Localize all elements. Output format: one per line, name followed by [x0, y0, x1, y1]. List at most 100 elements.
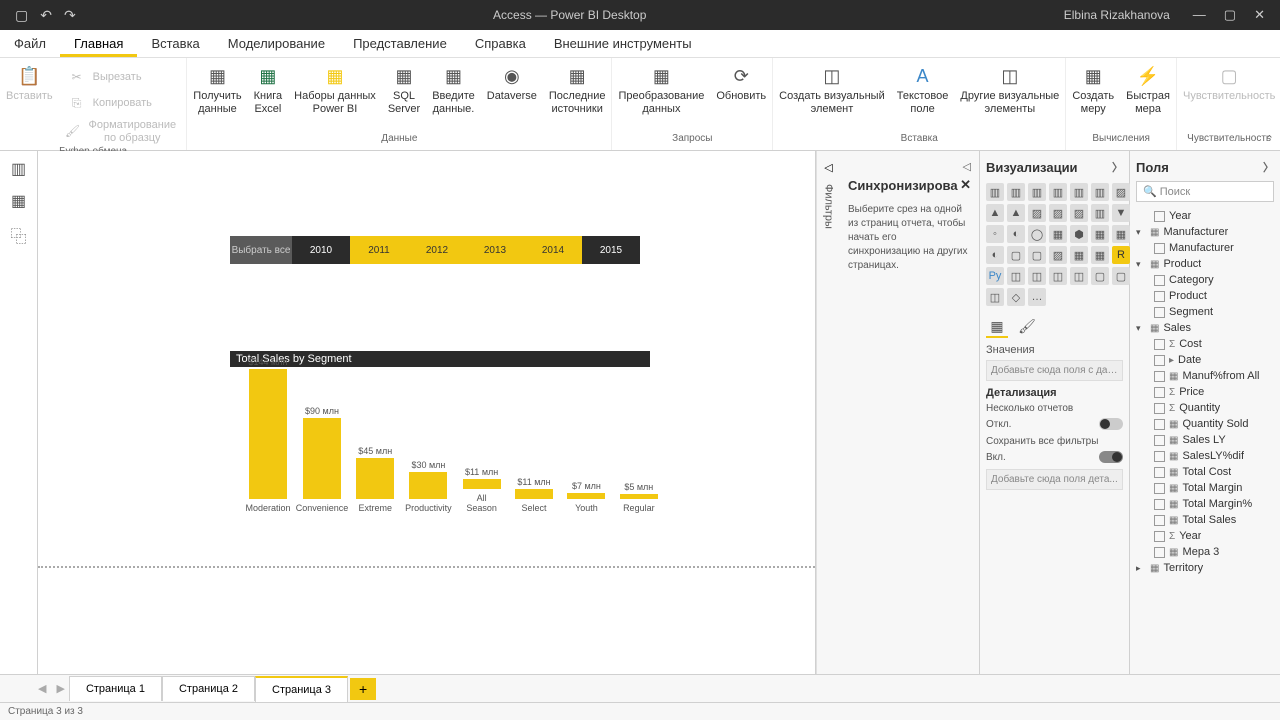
field-row[interactable]: ▦Мера 3 — [1136, 544, 1274, 560]
field-row[interactable]: ▸Date — [1136, 352, 1274, 368]
page-tab-2[interactable]: Страница 2 — [162, 676, 255, 701]
filters-collapsed[interactable]: ◁ Фильтры — [816, 151, 840, 674]
tab-file[interactable]: Файл — [0, 30, 60, 57]
paste-button[interactable]: 📋Вставить — [0, 62, 59, 146]
year-slicer[interactable]: Выбрать все 201020112012201320142015 — [230, 236, 640, 264]
field-row[interactable]: ΣCost — [1136, 336, 1274, 352]
viz-map-icon[interactable]: ⬢ — [1070, 225, 1088, 243]
report-view-icon[interactable]: ▥ — [11, 159, 26, 179]
viz-smart-narrative-icon[interactable]: ◫ — [1070, 267, 1088, 285]
slicer-item[interactable]: 2013 — [466, 236, 524, 264]
expand-icon[interactable]: ◁ — [824, 161, 832, 174]
viz-stacked-column-icon[interactable]: ▥ — [1007, 183, 1025, 201]
viz-100-column-icon[interactable]: ▥ — [1091, 183, 1109, 201]
viz-matrix-icon[interactable]: R — [1112, 246, 1130, 264]
field-row[interactable]: Category — [1136, 272, 1274, 288]
field-row[interactable]: ΣPrice — [1136, 384, 1274, 400]
viz-line-clustered-icon[interactable]: ▨ — [1049, 204, 1067, 222]
viz-python-icon[interactable]: Py — [986, 267, 1004, 285]
field-row[interactable]: Year — [1136, 208, 1274, 224]
maximize-icon[interactable]: ▢ — [1224, 7, 1236, 23]
quick-measure-button[interactable]: ⚡Быстрая мера — [1120, 62, 1176, 118]
model-view-icon[interactable]: ⿻ — [10, 223, 26, 247]
field-row[interactable]: Product — [1136, 288, 1274, 304]
copy-button[interactable]: ⎘Копировать — [59, 90, 187, 116]
sql-server-button[interactable]: ▦SQL Server — [382, 62, 426, 118]
viz-funnel-icon[interactable]: ▼ — [1112, 204, 1130, 222]
slicer-select-all[interactable]: Выбрать все — [230, 236, 292, 264]
viz-table-icon[interactable]: ▦ — [1091, 246, 1109, 264]
tab-external[interactable]: Внешние инструменты — [540, 30, 706, 57]
table-row[interactable]: ▾▦Product — [1136, 256, 1274, 272]
viz-qa-icon[interactable]: ◫ — [1049, 267, 1067, 285]
bar-chart[interactable]: $144 млнModeration$90 млнConvenience$45 … — [248, 373, 658, 543]
redo-icon[interactable]: ↷ — [64, 7, 76, 24]
viz-paginated-icon[interactable]: ▢ — [1091, 267, 1109, 285]
close-icon[interactable]: ✕ — [1254, 7, 1265, 23]
fields-well-icon[interactable]: ▦ — [986, 316, 1008, 338]
table-row[interactable]: ▸▦Territory — [1136, 560, 1274, 576]
new-visual-button[interactable]: ◫Создать визуальный элемент — [773, 62, 891, 118]
field-row[interactable]: ▦Total Sales — [1136, 512, 1274, 528]
viz-pie-icon[interactable]: ◐ — [1007, 225, 1025, 243]
table-row[interactable]: ▾▦Sales — [1136, 320, 1274, 336]
bar[interactable]: $144 млнModeration — [248, 357, 288, 513]
viz-stacked-area-icon[interactable]: ▲ — [1007, 204, 1025, 222]
field-row[interactable]: ▦Manuf%from All — [1136, 368, 1274, 384]
ribbon-collapse-icon[interactable]: ⌃ — [1265, 133, 1274, 146]
data-view-icon[interactable]: ▦ — [11, 191, 26, 211]
fields-search[interactable]: 🔍 Поиск — [1136, 181, 1274, 202]
viz-automate-icon[interactable]: ◇ — [1007, 288, 1025, 306]
new-measure-button[interactable]: ▦Создать меру — [1066, 62, 1120, 118]
fields-collapse-icon[interactable]: 〉 — [1263, 159, 1274, 175]
tab-help[interactable]: Справка — [461, 30, 540, 57]
format-well-icon[interactable]: 🖌 — [1016, 316, 1038, 338]
prev-page-icon[interactable]: ◀ — [34, 678, 50, 699]
viz-filled-map-icon[interactable]: ▦ — [1091, 225, 1109, 243]
field-row[interactable]: ΣYear — [1136, 528, 1274, 544]
more-visuals-button[interactable]: ◫Другие визуальные элементы — [954, 62, 1065, 118]
viz-kpi-icon[interactable]: ▨ — [1049, 246, 1067, 264]
viz-line-icon[interactable]: ▨ — [1112, 183, 1130, 201]
page-tab-1[interactable]: Страница 1 — [69, 676, 162, 701]
viz-clustered-bar-icon[interactable]: ▥ — [1028, 183, 1046, 201]
viz-gauge-icon[interactable]: ◐ — [986, 246, 1004, 264]
viz-stacked-bar-icon[interactable]: ▥ — [986, 183, 1004, 201]
field-row[interactable]: ΣQuantity — [1136, 400, 1274, 416]
bar[interactable]: $5 млнRegular — [620, 482, 658, 513]
bar[interactable]: $30 млнProductivity — [408, 460, 448, 513]
excel-button[interactable]: ▦Книга Excel — [248, 62, 289, 118]
viz-donut-icon[interactable]: ◯ — [1028, 225, 1046, 243]
viz-more-icon[interactable]: … — [1028, 288, 1046, 306]
viz-slicer-icon[interactable]: ▦ — [1070, 246, 1088, 264]
field-row[interactable]: Manufacturer — [1136, 240, 1274, 256]
add-page-button[interactable]: + — [350, 678, 376, 700]
tab-home[interactable]: Главная — [60, 30, 137, 57]
enter-data-button[interactable]: ▦Введите данные. — [426, 62, 481, 118]
refresh-button[interactable]: ⟳Обновить — [710, 62, 772, 118]
dataverse-button[interactable]: ◉Dataverse — [481, 62, 543, 118]
slicer-item[interactable]: 2011 — [350, 236, 408, 264]
sync-collapse-icon[interactable]: ◁ — [963, 161, 971, 173]
bar[interactable]: $11 млнAll Season — [462, 467, 500, 513]
bar[interactable]: $11 млнSelect — [515, 477, 553, 513]
tab-view[interactable]: Представление — [339, 30, 461, 57]
field-row[interactable]: ▦Sales LY — [1136, 432, 1274, 448]
viz-treemap-icon[interactable]: ▦ — [1049, 225, 1067, 243]
field-row[interactable]: ▦SalesLY%dif — [1136, 448, 1274, 464]
viz-key-influencers-icon[interactable]: ◫ — [1007, 267, 1025, 285]
table-row[interactable]: ▾▦Manufacturer — [1136, 224, 1274, 240]
user-name[interactable]: Elbina Rizakhanova — [1064, 8, 1178, 22]
keep-filters-toggle[interactable] — [1099, 451, 1123, 463]
viz-area-icon[interactable]: ▲ — [986, 204, 1004, 222]
slicer-item[interactable]: 2010 — [292, 236, 350, 264]
report-canvas[interactable]: Выбрать все 201020112012201320142015 Tot… — [38, 151, 816, 674]
field-row[interactable]: ▦Total Margin% — [1136, 496, 1274, 512]
sync-close-icon[interactable]: ✕ — [960, 177, 971, 193]
viz-collapse-icon[interactable]: 〉 — [1112, 159, 1123, 175]
next-page-icon[interactable]: ▶ — [52, 678, 68, 699]
viz-shape-map-icon[interactable]: ▦ — [1112, 225, 1130, 243]
bar[interactable]: $90 млнConvenience — [302, 406, 342, 513]
viz-arcgis-icon[interactable]: ▢ — [1112, 267, 1130, 285]
textbox-button[interactable]: AТекстовое поле — [891, 62, 955, 118]
